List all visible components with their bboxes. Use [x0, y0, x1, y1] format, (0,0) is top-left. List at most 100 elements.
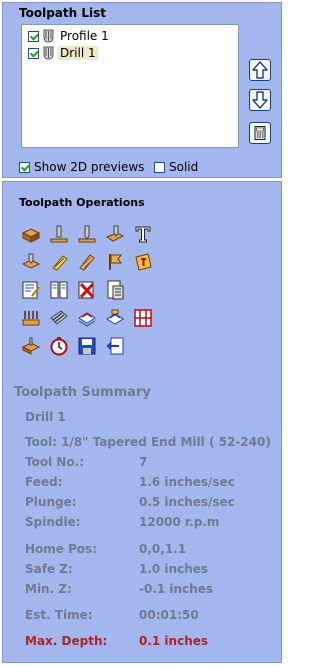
merge-toolpaths-button[interactable] [47, 306, 71, 330]
move-down-icon [252, 91, 268, 109]
summary-value: 0.5 inches/sec [139, 495, 235, 509]
summary-row: Min. Z: -0.1 inches [25, 582, 213, 596]
edit-gcode-button[interactable] [19, 278, 43, 302]
toolpath-operations-panel: Toolpath Operations Toolpath Summary Dri… [2, 181, 282, 663]
toolpath-checkbox[interactable] [28, 30, 39, 42]
summary-key: Safe Z: [25, 562, 73, 576]
export-icon [106, 337, 124, 355]
text-toolpath-button[interactable] [131, 222, 155, 246]
delete-icon [78, 281, 95, 299]
edit-layer-button[interactable] [103, 306, 127, 330]
array-grid-button[interactable] [131, 306, 155, 330]
toolpath-item-profile[interactable]: Profile 1 [28, 28, 111, 44]
summary-row: Tool No.: 7 [25, 455, 147, 469]
text-icon [135, 226, 151, 243]
tabs-icon [22, 311, 40, 326]
summary-key: Tool No.: [25, 455, 85, 469]
summary-key: Spindle: [25, 515, 81, 529]
show-2d-previews-checkbox[interactable] [19, 161, 30, 173]
save-toolpath-button[interactable] [75, 334, 99, 358]
summary-key: Plunge: [25, 495, 77, 509]
preview-icon [21, 337, 41, 355]
flag-icon [109, 254, 122, 270]
export-toolpath-button[interactable] [103, 334, 127, 358]
fluting-toolpath-button[interactable] [47, 250, 71, 274]
summary-value: 1.6 inches/sec [139, 475, 235, 489]
summary-toolpath-name: Drill 1 [25, 410, 66, 424]
save-icon [78, 337, 96, 355]
vcarve-toolpath-button[interactable] [103, 222, 127, 246]
template-icon [50, 281, 68, 299]
toolpath-label: Drill 1 [58, 46, 98, 60]
toolpath-item-drill[interactable]: Drill 1 [28, 45, 98, 61]
summary-value: 7 [139, 455, 148, 469]
summary-row: Home Pos: 0,0,1.1 [25, 542, 186, 556]
calculator-icon [254, 126, 266, 140]
summary-key: Home Pos: [25, 542, 98, 556]
summary-key: Est. Time: [25, 608, 93, 622]
recalculate-button[interactable] [103, 278, 127, 302]
layer-toolpath-button[interactable] [75, 306, 99, 330]
layer-icon [78, 312, 96, 327]
summary-value: 0.1 inches [139, 634, 209, 648]
summary-key: Min. Z: [25, 582, 72, 596]
toolpath-list-title: Toolpath List [19, 6, 106, 20]
estimate-time-button[interactable] [47, 334, 71, 358]
drill-icon [78, 225, 96, 243]
summary-row: Spindle: 12000 r.p.m [25, 515, 219, 529]
summary-key: Feed: [25, 475, 63, 489]
toolpath-tree[interactable]: Profile 1 Drill 1 [21, 24, 239, 148]
grid-icon [134, 309, 152, 327]
toolpath-label: Profile 1 [60, 29, 109, 43]
toolpath-summary-title: Toolpath Summary [14, 385, 151, 400]
move-down-button[interactable] [249, 89, 271, 111]
summary-row: Feed: 1.6 inches/sec [25, 475, 235, 489]
move-up-button[interactable] [249, 59, 271, 81]
profile-icon [21, 228, 41, 243]
preview-toolpaths-button[interactable] [19, 334, 43, 358]
summary-tool: Tool: 1/8" Tapered End Mill ( 52-240) [25, 435, 271, 449]
sign-toolpath-button[interactable] [131, 250, 155, 274]
summary-value: 0,0,1.1 [139, 542, 187, 556]
calc-icon [107, 280, 124, 300]
delete-toolpath-button[interactable] [75, 278, 99, 302]
flag-toolpath-button[interactable] [103, 250, 127, 274]
vcarve-icon [105, 225, 125, 242]
gcode-edit-icon [22, 281, 40, 299]
solid-label: Solid [169, 160, 199, 174]
toolpath-operations-title: Toolpath Operations [19, 196, 145, 209]
toolpath-list-panel: Toolpath List Profile 1 Drill 1 Show 2D … [2, 2, 282, 178]
toolpath-template-button[interactable] [47, 278, 71, 302]
prism-toolpath-button[interactable] [19, 250, 43, 274]
summary-value: 1.0 inches [139, 562, 209, 576]
merge-icon [50, 310, 68, 325]
summary-row: Safe Z: 1.0 inches [25, 562, 208, 576]
summary-value: 00:01:50 [139, 608, 199, 622]
toolpath-icon [43, 29, 54, 43]
summary-value: 12000 r.p.m [139, 515, 220, 529]
drill-toolpath-button[interactable] [75, 222, 99, 246]
summary-max-depth: Max. Depth: 0.1 inches [25, 634, 208, 648]
fluting-icon [52, 255, 68, 271]
calculate-button[interactable] [249, 122, 271, 144]
toolpath-checkbox[interactable] [28, 47, 39, 59]
show-2d-previews-option[interactable]: Show 2D previews [19, 160, 144, 174]
tabs-button[interactable] [19, 306, 43, 330]
time-icon [50, 337, 68, 356]
summary-row: Plunge: 0.5 inches/sec [25, 495, 235, 509]
texture-toolpath-button[interactable] [75, 250, 99, 274]
summary-value: -0.1 inches [139, 582, 214, 596]
prism-icon [21, 253, 41, 269]
toolpath-icon [43, 46, 54, 60]
operations-toolbar [19, 220, 179, 360]
pocket-toolpath-button[interactable] [47, 222, 71, 246]
summary-est-time: Est. Time: 00:01:50 [25, 608, 199, 622]
profile-toolpath-button[interactable] [19, 222, 43, 246]
sign-icon [135, 253, 152, 271]
pocket-icon [50, 225, 68, 243]
texture-icon [79, 254, 95, 271]
move-up-icon [252, 61, 268, 79]
show-2d-previews-label: Show 2D previews [34, 160, 145, 174]
solid-checkbox[interactable] [154, 161, 165, 173]
solid-option[interactable]: Solid [154, 160, 198, 174]
